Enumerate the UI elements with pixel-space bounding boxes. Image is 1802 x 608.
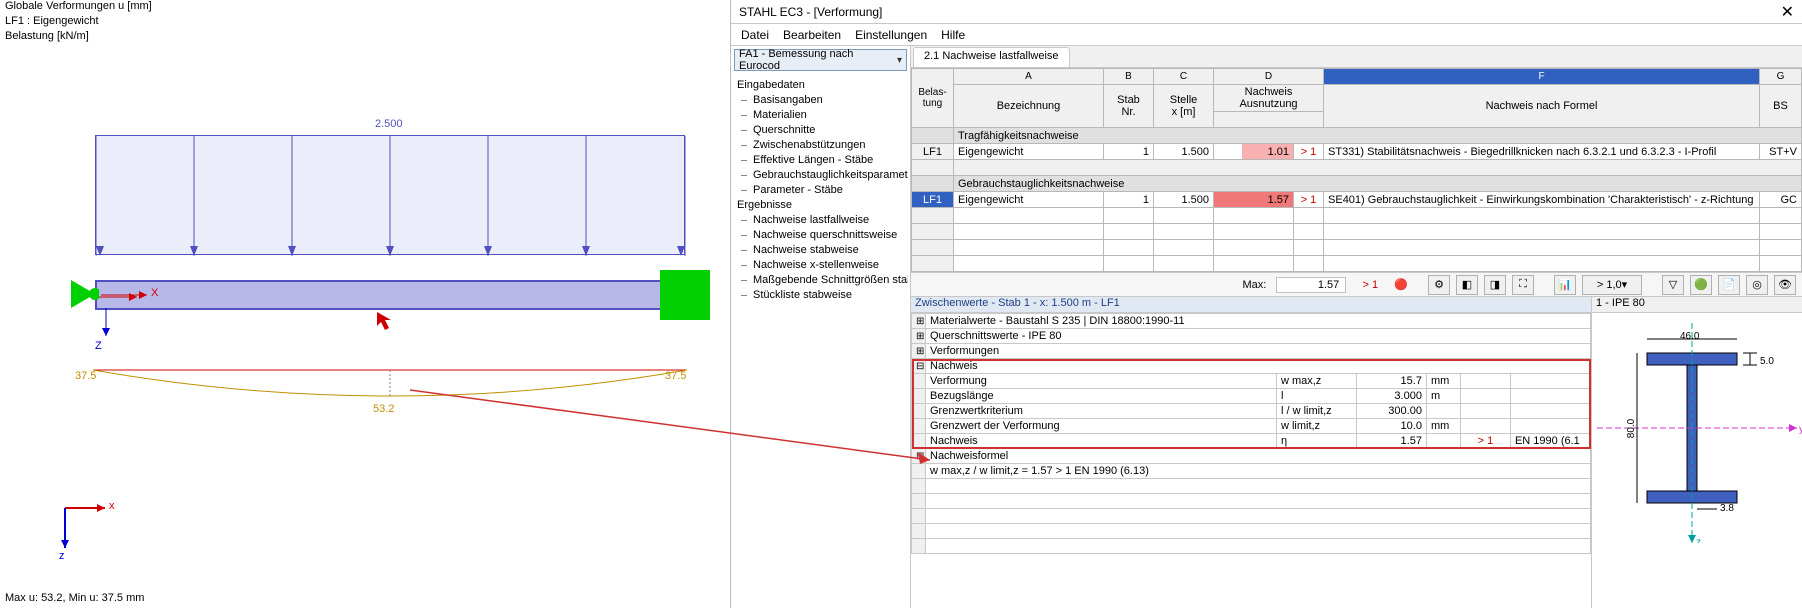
toolbar-icon[interactable]: 📊 [1554,275,1576,295]
toolbar-icon[interactable]: ⚙ [1428,275,1450,295]
section-drawing[interactable]: y z [1592,313,1802,608]
menu-help[interactable]: Hilfe [941,28,965,42]
local-z-label: Z [95,340,102,352]
tree-item[interactable]: Querschnitte [733,123,908,138]
toolbar-icon[interactable]: 📄 [1718,275,1740,295]
section-panel: 1 - IPE 80 [1592,297,1802,608]
global-axes-icon: x z [55,498,115,561]
view-title: Globale Verformungen u [mm] [5,0,152,12]
toolbar-icon[interactable]: 🟢 [1690,275,1712,295]
grid-footer: Max: 1.57 > 1 🔴 ⚙ ◧ ◨ ⛶ 📊 > 1,0 ▾ ▽ [911,272,1802,296]
svg-text:z: z [1696,537,1701,543]
support-left-icon [65,270,99,321]
tree-item[interactable]: Zwischenabstützungen [733,138,908,153]
tree-item[interactable]: Basisangaben [733,93,908,108]
support-right-icon [660,270,710,320]
tree-root-input[interactable]: Eingabedaten [733,78,908,93]
tree-item[interactable]: Gebrauchstauglichkeitsparameter [733,168,908,183]
deflection-mid: 53.2 [373,403,394,415]
pointer-cursor-icon [375,310,397,335]
local-x-arrow-icon [101,290,155,303]
error-icon: 🔴 [1394,278,1408,291]
tree-item[interactable]: Nachweise lastfallweise [733,213,908,228]
tree-item[interactable]: Nachweise querschnittsweise [733,228,908,243]
toolbar-icon[interactable]: ◧ [1456,275,1478,295]
structural-view: Globale Verformungen u [mm] LF1 : Eigeng… [0,0,730,608]
chevron-down-icon: ▾ [897,55,902,66]
tree-item[interactable]: Nachweise x-stellenweise [733,258,908,273]
tree-root-results[interactable]: Ergebnisse [733,198,908,213]
col-belastung: Belas- tung [912,69,954,128]
menu-bar[interactable]: Datei Bearbeiten Einstellungen Hilfe [731,24,1802,46]
load-value: 2.500 [375,118,403,130]
nav-tree[interactable]: FA1 - Bemessung nach Eurocod ▾ Eingabeda… [731,46,911,608]
table-row[interactable]: LF1 Eigengewicht 1 1.500 1.01 > 1 ST331)… [912,144,1802,160]
filter-combo[interactable]: > 1,0 ▾ [1582,275,1642,295]
max-value: 1.57 [1276,277,1346,293]
table-row[interactable]: LF1 Eigengewicht 1 1.500 1.57 > 1 SE401)… [912,192,1802,208]
tree-item[interactable]: Parameter - Stäbe [733,183,908,198]
beam [95,280,685,310]
local-z-arrow-icon [101,308,111,347]
menu-settings[interactable]: Einstellungen [855,28,927,42]
deflection-left: 37.5 [75,370,96,382]
stahl-window: STAHL EC3 - [Verformung] ✕ Datei Bearbei… [730,0,1802,608]
toolbar-icon[interactable]: 👁 [1774,275,1796,295]
load-arrows-icon [96,136,686,256]
tab-strip: 2.1 Nachweise lastfallweise [911,46,1802,68]
results-grid[interactable]: Belas- tung A B C D F G Bezeichnung Stab… [911,68,1802,297]
tree-item[interactable]: Nachweise stabweise [733,243,908,258]
filter-icon[interactable]: ▽ [1662,275,1684,295]
expand-icon[interactable]: ⊞ [912,344,926,359]
close-icon[interactable]: ✕ [1781,2,1794,22]
expand-icon[interactable]: ⊞ [912,329,926,344]
details-title: Zwischenwerte - Stab 1 - x: 1.500 m - LF… [911,297,1591,313]
tree-item[interactable]: Effektive Längen - Stäbe [733,153,908,168]
load-rect [95,135,685,255]
toolbar-icon[interactable]: ◨ [1484,275,1506,295]
status-bar: Max u: 53.2, Min u: 37.5 mm [5,592,144,604]
deflection-right: 37.5 [665,370,686,382]
view-loadcase: LF1 : Eigengewicht [5,15,99,27]
tree-item[interactable]: Maßgebende Schnittgrößen stabweise [733,273,908,288]
case-combo[interactable]: FA1 - Bemessung nach Eurocod ▾ [734,49,907,71]
local-axes-icon [97,282,687,312]
case-combo-value: FA1 - Bemessung nach Eurocod [739,48,897,72]
canvas[interactable]: 2.500 [5,60,725,530]
tree-item[interactable]: Stückliste stabweise [733,288,908,303]
menu-edit[interactable]: Bearbeiten [783,28,841,42]
tree-item[interactable]: Materialien [733,108,908,123]
tab-results[interactable]: 2.1 Nachweise lastfallweise [913,47,1070,67]
local-x-label: X [151,287,158,299]
toolbar-icon[interactable]: ◎ [1746,275,1768,295]
details-panel[interactable]: Zwischenwerte - Stab 1 - x: 1.500 m - LF… [911,297,1592,608]
section-title: 1 - IPE 80 [1592,297,1802,313]
window-title: STAHL EC3 - [Verformung] [739,5,882,19]
menu-file[interactable]: Datei [741,28,769,42]
collapse-icon[interactable]: ⊟ [912,359,926,374]
toolbar-icon[interactable]: ⛶ [1512,275,1534,295]
view-load-unit: Belastung [kN/m] [5,30,89,42]
title-bar[interactable]: STAHL EC3 - [Verformung] ✕ [731,0,1802,24]
expand-icon[interactable]: ⊞ [912,314,926,329]
collapse-icon[interactable]: ⊟ [912,449,926,464]
